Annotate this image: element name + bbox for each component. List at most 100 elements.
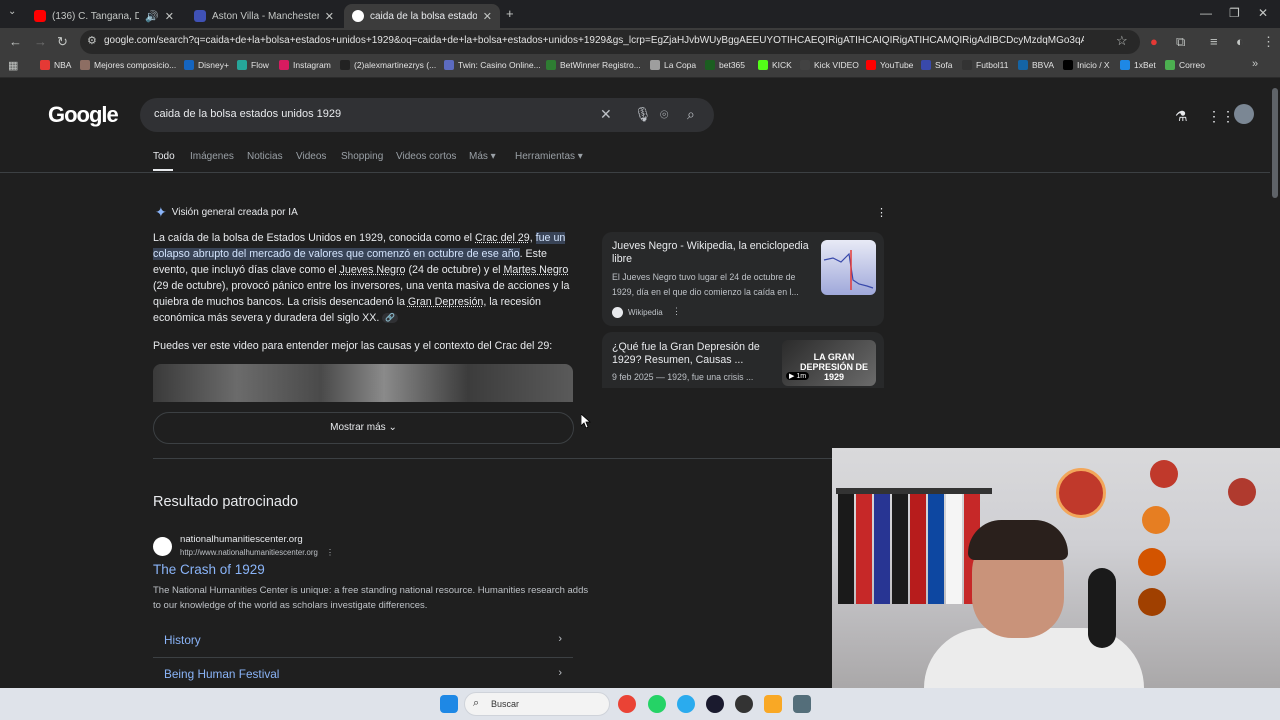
whatsapp-icon[interactable] [648,695,666,713]
app-icon[interactable] [706,695,724,713]
tab-todo[interactable]: Todo [153,151,175,162]
tab-google-search[interactable]: caida de la bolsa estados unidos ✕ [344,4,500,28]
search-box[interactable]: caida de la bolsa estados unidos 1929 ✕ … [140,98,714,132]
link-crac-del-29[interactable]: Crac del 29 [475,232,530,244]
back-icon[interactable]: ← [9,34,22,49]
tab-mas[interactable]: Más ▾ [469,151,496,162]
windows-start-icon[interactable] [440,695,458,713]
more-options-icon[interactable]: ⋮ [672,306,681,317]
tab-noticias[interactable]: Noticias [247,151,283,162]
close-icon[interactable]: ✕ [483,10,492,23]
close-icon[interactable]: ✕ [165,10,174,23]
apps-grid-icon[interactable]: ⋮⋮ [1207,108,1235,125]
source-card-video[interactable]: ¿Qué fue la Gran Depresión de 1929? Resu… [602,332,884,388]
app-icon[interactable] [793,695,811,713]
google-logo[interactable]: Google [48,102,119,128]
bookmark-nba[interactable]: NBA [40,60,71,70]
tab-videos[interactable]: Videos [296,151,326,162]
bookmark-star-icon[interactable]: ☆ [1116,33,1128,49]
telegram-icon[interactable] [677,695,695,713]
youtube-icon [866,60,876,70]
media-icon[interactable]: ≡ [1210,34,1218,49]
bookmark-futbol11[interactable]: Futbol11 [962,60,1008,70]
ad-title-link[interactable]: The Crash of 1929 [153,562,265,577]
reload-icon[interactable]: ↻ [57,34,68,50]
chrome-icon[interactable] [618,695,636,713]
bookmark-betwinner[interactable]: BetWinner Registro... [546,60,641,70]
lens-icon[interactable]: ⌾ [660,106,668,123]
card-snippet: 9 feb 2025 — 1929, fue una crisis ... [612,372,754,382]
source-link-icon[interactable]: 🔗 [382,313,399,324]
bookmark-flow[interactable]: Flow [237,60,269,70]
taskbar-search[interactable]: ⌕ Buscar [464,692,610,716]
labs-flask-icon[interactable]: ⚗ [1175,108,1188,125]
chart-thumbnail[interactable] [821,240,876,295]
bookmark-icon [546,60,556,70]
bookmark-kick[interactable]: KICK [758,60,792,70]
bookmark-la-copa[interactable]: La Copa [650,60,696,70]
bookmark-mejores[interactable]: Mejores composicio... [80,60,176,70]
bookmark-sofa[interactable]: Sofa [921,60,953,70]
card-title[interactable]: ¿Qué fue la Gran Depresión de 1929? Resu… [612,341,772,367]
bookmark-bet365[interactable]: bet365 [705,60,745,70]
bookmark-youtube[interactable]: YouTube [866,60,913,70]
account-avatar[interactable] [1234,104,1254,124]
tab-imagenes[interactable]: Imágenes [190,151,234,162]
new-tab-button[interactable]: + [506,6,514,21]
link-gran-depresion[interactable]: Gran Depresión [408,296,483,308]
tab-shopping[interactable]: Shopping [341,151,383,162]
sparkle-icon: ✦ [155,204,167,220]
tab-search-icon[interactable]: ⌄ [8,6,16,17]
microphone-icon[interactable]: 🎙 [634,106,652,123]
bookmark-disney[interactable]: Disney+ [184,60,229,70]
bookmark-1xbet[interactable]: 1xBet [1120,60,1156,70]
extension-icon[interactable]: ● [1150,34,1158,49]
bookmark-x[interactable]: Inicio / X [1063,60,1110,70]
address-bar[interactable]: ⚙ google.com/search?q=caida+de+la+bolsa+… [80,30,1140,54]
video-duration: ▶ 1m [786,372,810,380]
bookmark-bbva[interactable]: BBVA [1018,60,1054,70]
sitelink-being-human-festival[interactable]: Being Human Festival › [164,667,562,681]
ad-url[interactable]: http://www.nationalhumanitiescenter.org … [180,548,334,557]
tab-youtube[interactable]: (136) C. Tangana, Duki, Neo 🔊 ✕ [26,4,182,28]
tab-videos-cortos[interactable]: Videos cortos [396,151,456,162]
search-query[interactable]: caida de la bolsa estados unidos 1929 [154,108,341,120]
bookmark-icon [921,60,931,70]
restore-icon[interactable]: ❐ [1229,6,1240,20]
minimize-icon[interactable]: — [1200,6,1212,20]
more-bookmarks-icon[interactable]: » [1252,58,1258,70]
file-explorer-icon[interactable] [764,695,782,713]
bookmark-icon [1120,60,1130,70]
video-thumbnail[interactable] [153,364,573,402]
forward-icon[interactable]: → [34,34,47,49]
site-info-icon[interactable]: ⚙ [87,34,97,47]
more-options-icon[interactable]: ⋮ [876,206,887,219]
bookmark-instagram[interactable]: Instagram [279,60,331,70]
card-title[interactable]: Jueves Negro - Wikipedia, la enciclopedi… [612,240,812,266]
bookmark-twin[interactable]: Twin: Casino Online... [444,60,541,70]
bookmark-tiktok[interactable]: (2)alexmartinezrys (... [340,60,436,70]
scrollbar-thumb[interactable] [1272,88,1278,198]
bookmark-kick-video[interactable]: Kick VIDEO [800,60,859,70]
ad-site-name[interactable]: nationalhumanitiescenter.org [180,534,303,545]
link-jueves-negro[interactable]: Jueves Negro [340,264,406,276]
sitelink-history[interactable]: History › [164,633,562,647]
chevron-right-icon: › [558,667,562,679]
clear-icon[interactable]: ✕ [600,106,612,123]
menu-kebab-icon[interactable]: ⋮ [1262,34,1275,50]
source-card-wikipedia[interactable]: Jueves Negro - Wikipedia, la enciclopedi… [602,232,884,326]
close-icon[interactable]: ✕ [325,10,334,23]
extensions-puzzle-icon[interactable]: ⧉ [1176,34,1185,50]
link-martes-negro[interactable]: Martes Negro [504,264,569,276]
apps-grid-icon[interactable]: ▦ [8,59,18,72]
search-icon[interactable]: ⌕ [687,106,695,123]
close-window-icon[interactable]: ✕ [1258,6,1268,20]
profile-avatar[interactable]: ◐ [1236,34,1244,49]
show-more-button[interactable]: Mostrar más ⌄ [153,412,574,444]
tab-aston-villa[interactable]: Aston Villa - Manchester City en ✕ [186,4,342,28]
app-icon[interactable] [735,695,753,713]
video-thumbnail[interactable]: LA GRAN DEPRESIÓN DE 1929 ▶ 1m [782,340,876,386]
site-favicon-icon [153,537,172,556]
tab-herramientas[interactable]: Herramientas ▾ [515,151,583,162]
bookmark-correo[interactable]: Correo [1165,60,1205,70]
